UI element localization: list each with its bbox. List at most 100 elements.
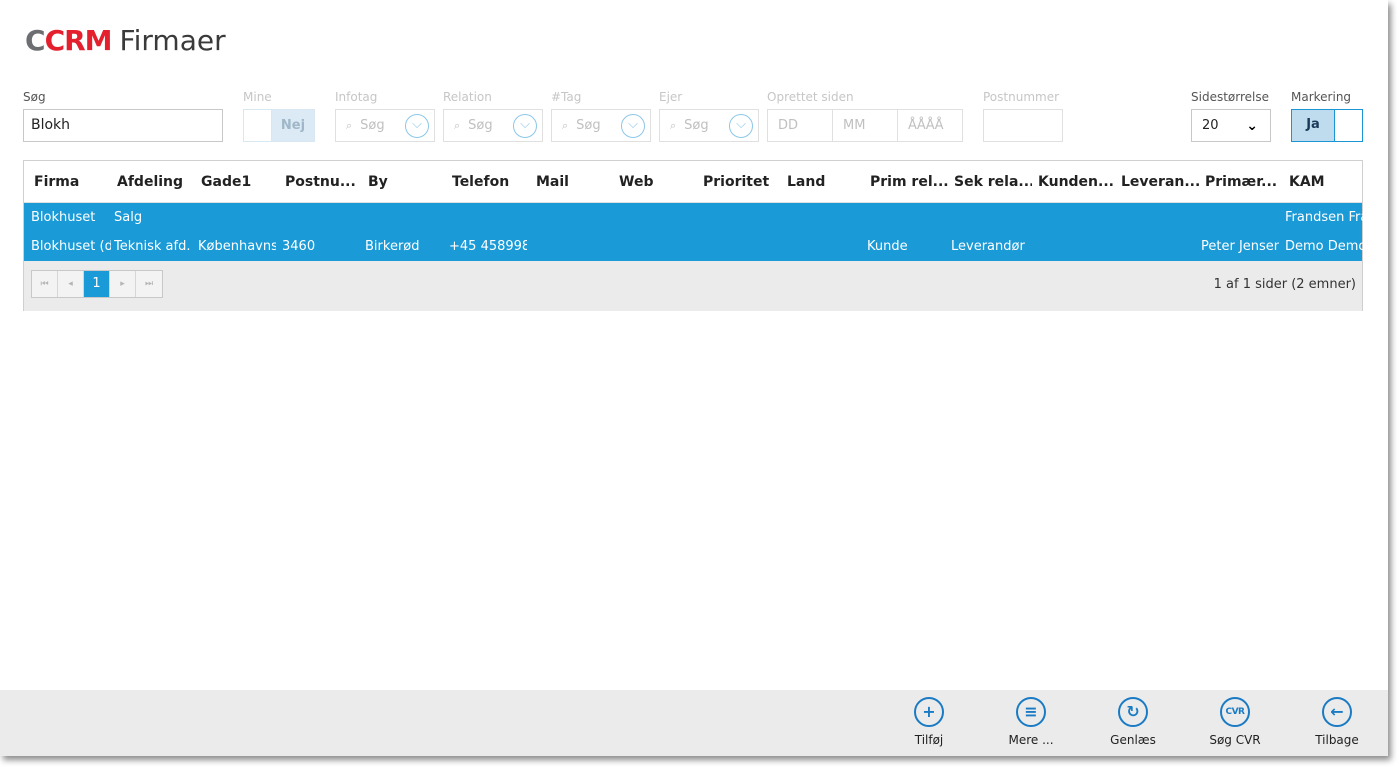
infotag-dropdown[interactable]: ⌕ Søg ⌵ (335, 109, 435, 142)
cell: Blokhuset (de (31, 239, 111, 254)
mine-label: Mine (243, 90, 272, 104)
column-header[interactable]: Primær... (1205, 174, 1283, 190)
column-header[interactable]: Kunden... (1038, 174, 1116, 190)
search-icon: ⌕ (562, 118, 569, 132)
table-row[interactable]: Blokhuset (de Teknisk afd. Københavnsv 3… (24, 232, 1363, 261)
ejer-dropdown[interactable]: ⌕ Søg ⌵ (659, 109, 759, 142)
column-header[interactable]: Postnu... (285, 174, 363, 190)
column-header[interactable]: Gade1 (201, 174, 279, 190)
grid-header: Firma Afdeling Gade1 Postnu... By Telefo… (24, 161, 1362, 203)
cell: Blokhuset (31, 210, 96, 225)
reload-button[interactable]: ↻ Genlæs (1088, 697, 1178, 747)
cvr-icon: CVR (1220, 697, 1250, 727)
cell: +45 4589989 (449, 239, 527, 254)
pager-info: 1 af 1 sider (2 emner) (1213, 277, 1356, 292)
pagesize-select[interactable]: 20 ⌄ (1191, 109, 1271, 142)
more-button[interactable]: ≡ Mere ... (986, 697, 1076, 747)
markering-toggle[interactable]: Ja (1291, 109, 1363, 142)
column-header[interactable]: Sek rela... (954, 174, 1032, 190)
postnummer-input[interactable] (983, 109, 1063, 142)
search-cvr-button[interactable]: CVR Søg CVR (1190, 697, 1280, 747)
infotag-label: Infotag (335, 90, 378, 104)
markering-label: Markering (1291, 90, 1352, 104)
markering-toggle-value: Ja (1292, 110, 1334, 141)
chevron-down-icon[interactable]: ⌵ (513, 114, 537, 138)
pagesize-value: 20 (1202, 118, 1219, 133)
logo-c: C (25, 24, 46, 57)
column-header[interactable]: Land (787, 174, 865, 190)
month-field[interactable]: MM (833, 110, 898, 141)
plus-icon: + (914, 697, 944, 727)
app-logo: C CRM Firmaer (25, 24, 226, 57)
search-label: Søg (23, 90, 46, 104)
tag-placeholder: Søg (576, 118, 601, 133)
search-icon: ⌕ (454, 118, 461, 132)
cell: Københavnsv (198, 239, 276, 254)
cell: Salg (114, 210, 143, 225)
search-icon: ⌕ (346, 118, 353, 132)
column-header[interactable]: Telefon (452, 174, 530, 190)
table-row[interactable]: Blokhuset Salg Frandsen Fran (24, 203, 1363, 232)
column-header[interactable]: Prioritet (703, 174, 781, 190)
cell: Birkerød (365, 239, 420, 254)
mine-toggle-value: Nej (272, 110, 314, 141)
column-header[interactable]: By (368, 174, 446, 190)
back-button[interactable]: ← Tilbage (1292, 697, 1382, 747)
tag-dropdown[interactable]: ⌕ Søg ⌵ (551, 109, 651, 142)
postnummer-label: Postnummer (983, 90, 1060, 104)
ejer-label: Ejer (659, 90, 683, 104)
cell: Teknisk afd. (114, 239, 191, 254)
more-label: Mere ... (1008, 733, 1054, 747)
page-title: Firmaer (119, 24, 226, 57)
chevron-down-icon[interactable]: ⌵ (405, 114, 429, 138)
refresh-icon: ↻ (1118, 697, 1148, 727)
relation-dropdown[interactable]: ⌕ Søg ⌵ (443, 109, 543, 142)
created-since-label: Oprettet siden (767, 90, 854, 104)
year-field[interactable]: ÅÅÅÅ (898, 110, 962, 141)
column-header[interactable]: KAM (1289, 174, 1363, 190)
tag-label: #Tag (551, 90, 582, 104)
page-number-current[interactable]: 1 (84, 271, 110, 297)
column-header[interactable]: Afdeling (117, 174, 195, 190)
cell: Frandsen Fran (1285, 210, 1363, 225)
add-label: Tilføj (914, 733, 944, 747)
first-page-icon[interactable]: ⏮ (32, 271, 58, 297)
pagesize-label: Sidestørrelse (1191, 90, 1269, 104)
chevron-down-icon[interactable]: ⌵ (729, 114, 753, 138)
relation-placeholder: Søg (468, 118, 493, 133)
search-icon: ⌕ (670, 118, 677, 132)
cell: Kunde (867, 239, 908, 254)
column-header[interactable]: Mail (536, 174, 614, 190)
infotag-placeholder: Søg (360, 118, 385, 133)
column-header[interactable]: Web (619, 174, 697, 190)
cell: 3460 (282, 239, 316, 254)
reload-label: Genlæs (1110, 733, 1156, 747)
mine-toggle[interactable]: Nej (243, 109, 315, 142)
back-label: Tilbage (1315, 733, 1359, 747)
logo-crm: CRM (44, 24, 113, 57)
last-page-icon[interactable]: ⏭ (136, 271, 162, 297)
app-window: C CRM Firmaer Søg Blokh Mine Nej Infotag… (0, 0, 1388, 756)
mine-toggle-knob (244, 110, 272, 141)
cell: Leverandør (951, 239, 1025, 254)
next-page-icon[interactable]: ▸ (110, 271, 136, 297)
ejer-placeholder: Søg (684, 118, 709, 133)
cell: Demo Demos (1285, 239, 1363, 254)
cell: Peter Jensen ( (1201, 239, 1279, 254)
prev-page-icon[interactable]: ◂ (58, 271, 84, 297)
search-input[interactable]: Blokh (23, 109, 223, 142)
add-button[interactable]: + Tilføj (884, 697, 974, 747)
arrow-left-icon: ← (1322, 697, 1352, 727)
column-header[interactable]: Leveran... (1121, 174, 1199, 190)
day-field[interactable]: DD (768, 110, 833, 141)
pager-buttons: ⏮ ◂ 1 ▸ ⏭ (31, 270, 163, 298)
chevron-down-icon: ⌄ (1246, 117, 1258, 134)
chevron-down-icon[interactable]: ⌵ (621, 114, 645, 138)
relation-label: Relation (443, 90, 492, 104)
markering-toggle-knob (1334, 110, 1362, 141)
menu-icon: ≡ (1016, 697, 1046, 727)
column-header[interactable]: Firma (34, 174, 112, 190)
column-header[interactable]: Prim rel... (870, 174, 948, 190)
bottom-toolbar: + Tilføj ≡ Mere ... ↻ Genlæs CVR Søg CVR… (0, 690, 1388, 756)
company-grid: Firma Afdeling Gade1 Postnu... By Telefo… (23, 160, 1363, 311)
